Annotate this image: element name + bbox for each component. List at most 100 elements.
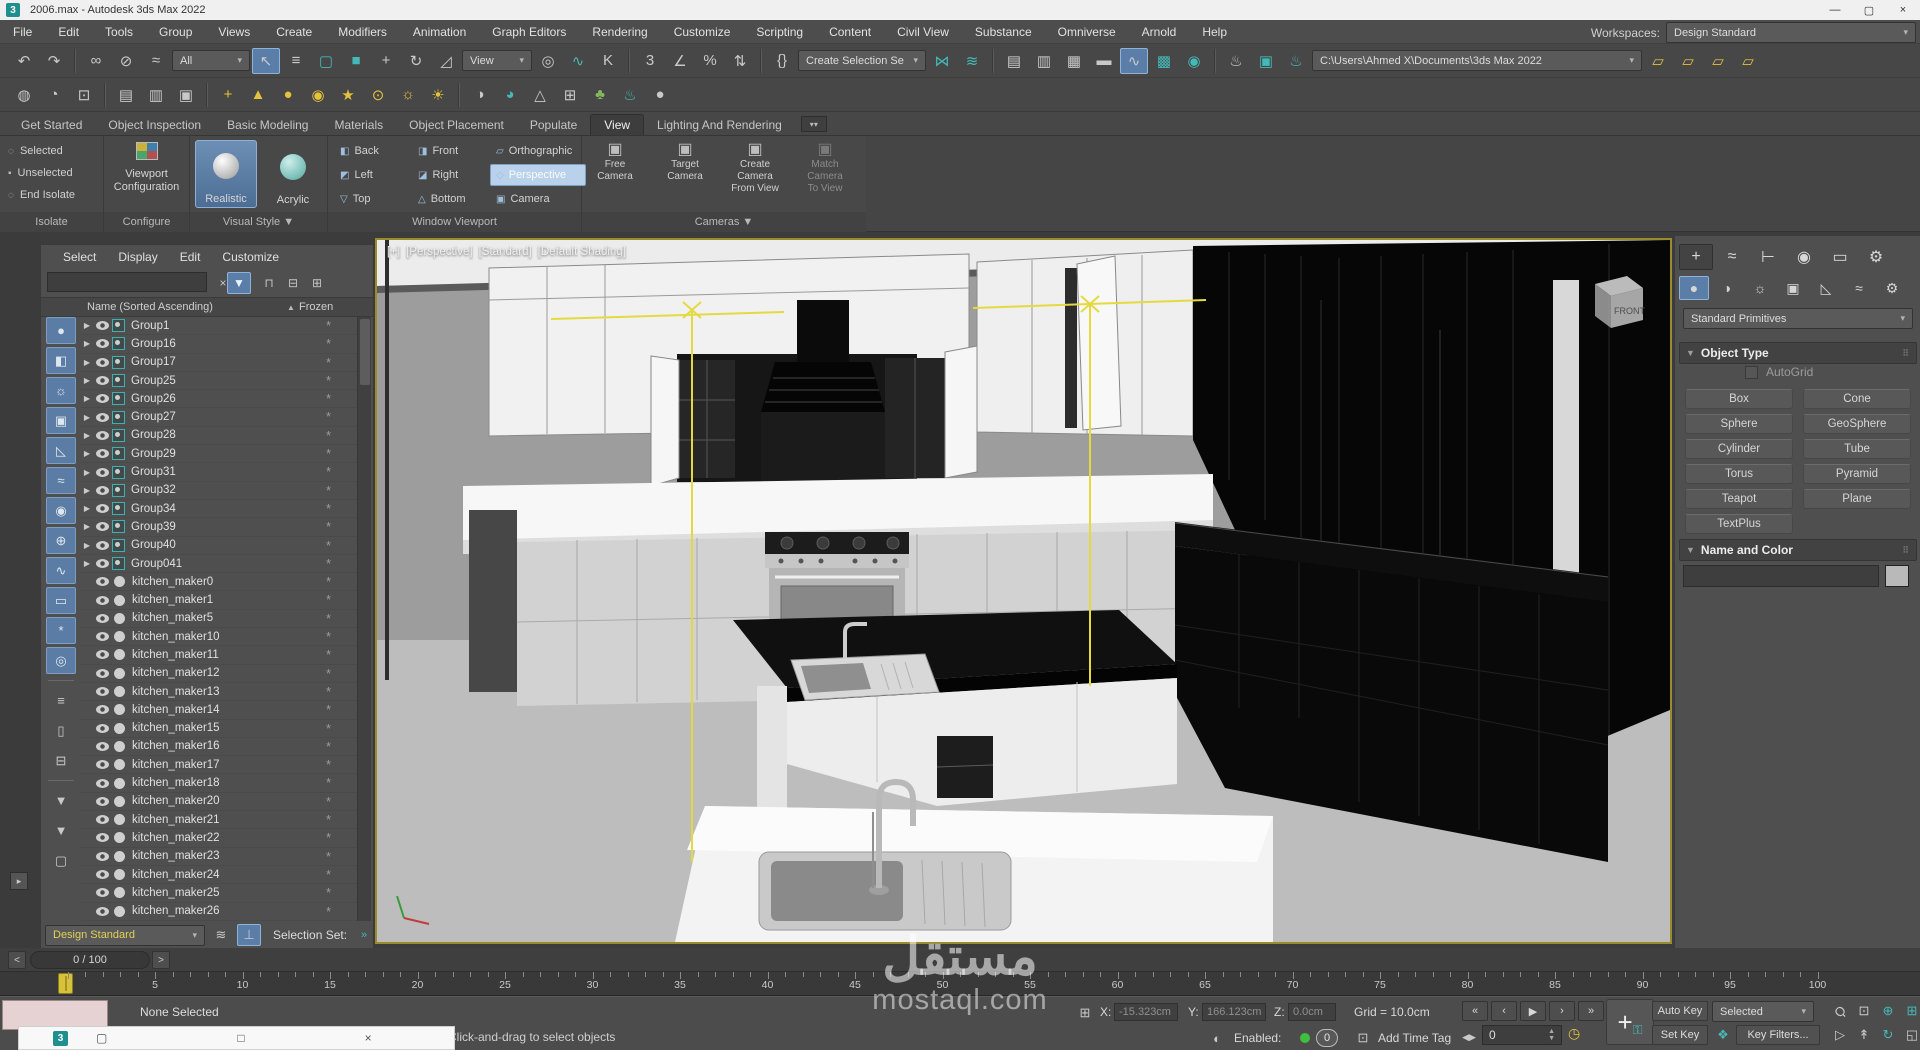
visibility-eye-icon[interactable] (96, 906, 109, 916)
explorer-menu-edit[interactable]: Edit (170, 250, 211, 264)
ribbon-tab-object-placement[interactable]: Object Placement (396, 115, 517, 135)
workspace-dropdown[interactable]: Design Standard (1666, 22, 1916, 43)
close-button[interactable]: × (1886, 0, 1920, 20)
create-sphere-button[interactable]: Sphere (1685, 414, 1793, 434)
cameras-category[interactable]: ▣ (1778, 276, 1808, 300)
frozen-icon[interactable]: * (326, 867, 331, 882)
create-box-button[interactable]: Box (1685, 389, 1793, 409)
expand-arrow-icon[interactable]: ▶ (81, 413, 93, 422)
ribbon-group-label[interactable]: Cameras ▼ (582, 212, 866, 232)
camera-button-free-camera[interactable]: ▣ Free Camera (588, 142, 642, 183)
frozen-icon[interactable]: * (326, 611, 331, 626)
create-cylinder-button[interactable]: Cylinder (1685, 439, 1793, 459)
keyboard-override-icon[interactable]: K (594, 48, 622, 74)
expand-panel-button[interactable]: ▸ (10, 872, 28, 890)
window-crossing-icon[interactable]: ■ (342, 48, 370, 74)
percent-snap-icon[interactable]: % (696, 48, 724, 74)
soft-selection-icon[interactable]: ◍ (10, 82, 38, 108)
dome-light-icon[interactable]: ▲ (244, 82, 272, 108)
expand-arrow-icon[interactable]: ▶ (81, 522, 93, 531)
align-icon[interactable]: ≋ (958, 48, 986, 74)
create-tube-button[interactable]: Tube (1803, 439, 1911, 459)
primitives-dropdown[interactable]: Standard Primitives (1683, 308, 1913, 329)
y-coordinate-field[interactable]: 166.123cm (1202, 1003, 1266, 1021)
systems-category[interactable]: ⚙ (1877, 276, 1907, 300)
tree-row-object[interactable]: kitchen_maker12 * (81, 665, 357, 683)
select-and-manipulate-icon[interactable]: ∿ (564, 48, 592, 74)
key-filters-button[interactable]: Key Filters... (1736, 1025, 1820, 1045)
display-xrefs-toggle[interactable]: ⊕ (46, 527, 76, 554)
menu-animation[interactable]: Animation (400, 20, 479, 44)
tree-row-group[interactable]: ▶ Group25 * (81, 372, 357, 391)
asset-import-icon[interactable]: ▱ (1644, 48, 1672, 74)
scrollbar-thumb[interactable] (360, 319, 370, 385)
expand-arrow-icon[interactable]: ▶ (81, 321, 93, 330)
visibility-eye-icon[interactable] (96, 668, 109, 678)
tree-row-object[interactable]: kitchen_maker0 * (81, 573, 357, 592)
visibility-eye-icon[interactable] (96, 888, 109, 898)
menu-edit[interactable]: Edit (45, 20, 92, 44)
tree-row-object[interactable]: kitchen_maker25 * (81, 884, 357, 903)
go-to-end-button[interactable]: » (1578, 1001, 1604, 1021)
display-geometry-toggle[interactable]: ● (46, 317, 76, 344)
floating-window-bar[interactable]: 3 ▢ □ × (18, 1026, 455, 1050)
menu-customize[interactable]: Customize (661, 20, 744, 44)
name-color-rollout[interactable]: ▼ Name and Color ⠿ (1679, 539, 1917, 561)
maximize-viewport-icon[interactable]: ◱ (1898, 1025, 1920, 1045)
menu-civil-view[interactable]: Civil View (884, 20, 962, 44)
viewport-configuration-button[interactable]: Viewport Configuration (104, 142, 189, 194)
snaps-toggle-icon[interactable]: 3 (636, 48, 664, 74)
viewport-menu-general[interactable]: [+] (387, 246, 400, 258)
use-pivot-center-icon[interactable]: ◎ (534, 48, 562, 74)
render-setup-icon[interactable]: ♨ (1222, 48, 1250, 74)
tree-row-group[interactable]: ▶ Group1 * (81, 317, 357, 336)
point-light-icon[interactable]: + (214, 82, 242, 108)
frozen-icon[interactable]: * (326, 684, 331, 699)
name-column-header[interactable]: Name (Sorted Ascending) (87, 301, 213, 313)
play-button[interactable]: ▶ (1520, 1001, 1546, 1021)
viewport-button-bottom[interactable]: △ Bottom (412, 188, 472, 210)
visibility-eye-icon[interactable] (96, 870, 109, 880)
scene-notes-icon[interactable]: ▥ (142, 82, 170, 108)
angle-snap-icon[interactable]: ∠ (666, 48, 694, 74)
modify-tab[interactable]: ≈ (1715, 244, 1749, 270)
visibility-eye-icon[interactable] (96, 815, 109, 825)
object-color-swatch[interactable] (1885, 565, 1909, 587)
restore-button[interactable]: ▢ (1852, 0, 1886, 20)
camera-sequencer-icon[interactable]: ▣ (172, 82, 200, 108)
visibility-eye-icon[interactable] (96, 577, 109, 587)
curve-editor-icon[interactable]: ∿ (1120, 47, 1148, 74)
key-filter-dot-icon[interactable]: ❖ (1712, 1025, 1734, 1045)
ribbon-tab-lighting-and-rendering[interactable]: Lighting And Rendering (644, 115, 795, 135)
visibility-eye-icon[interactable] (96, 632, 109, 642)
tree-row-object[interactable]: kitchen_maker16 * (81, 738, 357, 757)
expand-arrow-icon[interactable]: ▶ (81, 486, 93, 495)
tree-row-object[interactable]: kitchen_maker10 * (81, 628, 357, 647)
tree-row-group[interactable]: ▶ Group26 * (81, 390, 357, 409)
ribbon-group-label[interactable]: Isolate (0, 212, 103, 232)
properties-button[interactable]: ⊟ (46, 747, 76, 774)
select-object-icon[interactable]: ↖ (252, 47, 280, 74)
hierarchy-view-icon[interactable]: ⊟ (281, 272, 305, 294)
select-and-link-icon[interactable]: ∞ (82, 48, 110, 74)
spacewarps-category[interactable]: ≈ (1844, 276, 1874, 300)
frozen-icon[interactable]: * (326, 647, 331, 662)
frozen-icon[interactable]: * (326, 702, 331, 717)
pivot-box-icon[interactable]: ⊡ (70, 82, 98, 108)
rectangular-selection-region-icon[interactable]: ▢ (312, 48, 340, 74)
viewport-button-orthographic[interactable]: ▱ Orthographic (490, 140, 586, 162)
previous-frame-button[interactable]: ‹ (1491, 1001, 1517, 1021)
frozen-icon[interactable]: * (326, 483, 331, 498)
explorer-workspace-dropdown[interactable]: Design Standard (45, 924, 205, 946)
key-mode-dropdown[interactable]: Selected (1712, 1001, 1814, 1022)
tree-row-object[interactable]: kitchen_maker18 * (81, 774, 357, 793)
visibility-eye-icon[interactable] (96, 467, 109, 477)
display-groups-toggle[interactable]: ◉ (46, 497, 76, 524)
tree-row-group[interactable]: ▶ Group17 * (81, 354, 357, 372)
foliage-icon[interactable]: ♣ (586, 82, 614, 108)
tree-row-object[interactable]: kitchen_maker1 * (81, 591, 357, 610)
add-key-button[interactable]: + ⚿ (1606, 999, 1654, 1045)
visibility-eye-icon[interactable] (96, 723, 109, 733)
light-lister-icon[interactable]: ▤ (112, 82, 140, 108)
schematic-view-icon[interactable]: ▩ (1150, 48, 1178, 74)
